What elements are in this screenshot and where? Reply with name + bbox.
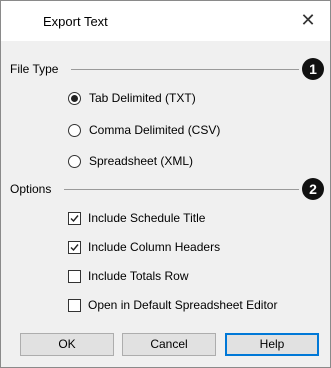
help-button[interactable]: Help [225, 333, 319, 356]
checkbox-checked[interactable] [68, 240, 81, 254]
export-text-dialog: Export Text ✕ File Type 1 Tab Delimited … [0, 0, 331, 368]
options-group-label: Options [10, 182, 52, 196]
radio-spreadsheet[interactable]: Spreadsheet (XML) [68, 154, 193, 168]
radio-label: Tab Delimited (TXT) [89, 91, 196, 105]
checkbox-checked[interactable] [68, 211, 81, 225]
file-type-divider [71, 69, 299, 70]
callout-badge-2: 2 [302, 178, 324, 200]
radio-tab-delimited[interactable]: Tab Delimited (TXT) [68, 91, 196, 105]
check-mark-icon [70, 214, 79, 222]
ok-button[interactable]: OK [20, 333, 114, 356]
options-divider [64, 189, 299, 190]
radio-comma-delimited[interactable]: Comma Delimited (CSV) [68, 123, 220, 137]
checkbox-include-totals-row[interactable]: Include Totals Row [68, 269, 189, 283]
checkbox-label: Include Schedule Title [88, 211, 206, 225]
checkbox-include-column-headers[interactable]: Include Column Headers [68, 240, 220, 254]
dialog-title: Export Text [43, 14, 108, 29]
checkbox-label: Include Totals Row [88, 269, 189, 283]
close-icon[interactable]: ✕ [296, 8, 320, 32]
checkbox[interactable] [68, 298, 81, 312]
file-type-group-label: File Type [10, 62, 59, 76]
radio-button[interactable] [68, 154, 81, 168]
checkbox-label: Include Column Headers [88, 240, 221, 254]
title-bar: Export Text ✕ [1, 1, 330, 41]
checkbox-label: Open in Default Spreadsheet Editor [88, 298, 278, 312]
callout-badge-1: 1 [302, 58, 324, 80]
check-mark-icon [70, 243, 79, 251]
radio-button-selected[interactable] [68, 91, 81, 105]
checkbox-include-schedule-title[interactable]: Include Schedule Title [68, 211, 205, 225]
radio-label: Spreadsheet (XML) [89, 154, 194, 168]
radio-button[interactable] [68, 123, 81, 137]
checkbox[interactable] [68, 269, 81, 283]
cancel-button[interactable]: Cancel [122, 333, 216, 356]
checkbox-open-in-editor[interactable]: Open in Default Spreadsheet Editor [68, 298, 277, 312]
radio-label: Comma Delimited (CSV) [89, 123, 221, 137]
